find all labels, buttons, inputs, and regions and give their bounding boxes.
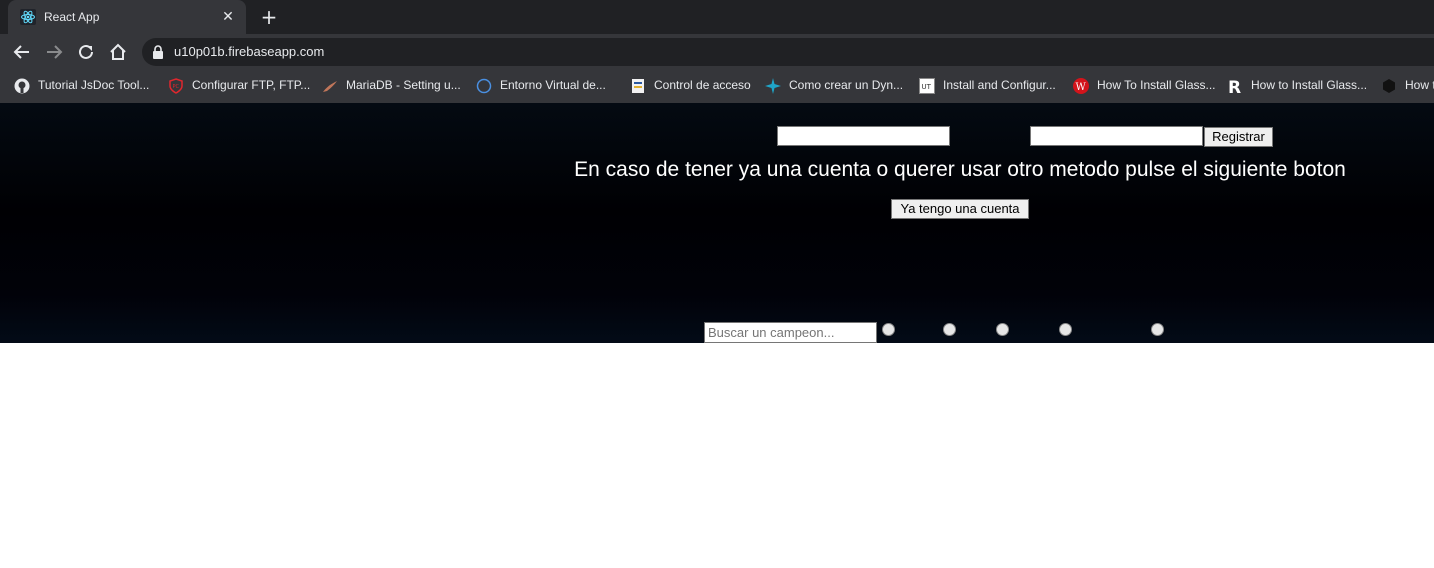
r-icon: R [1228, 78, 1241, 94]
bookmark-label: How To Install Glass... [1097, 78, 1216, 92]
back-arrow-icon[interactable] [11, 41, 33, 63]
tab-title: React App [44, 10, 100, 24]
browser-tab[interactable]: React App ✕ [8, 0, 246, 34]
w-icon: W [1073, 78, 1089, 94]
filter-radio[interactable] [882, 323, 895, 336]
react-icon [20, 9, 36, 25]
filter-radio[interactable] [1059, 323, 1072, 336]
browser-toolbar: u10p01b.firebaseapp.com [0, 34, 1434, 70]
search-champion-input[interactable] [704, 322, 877, 343]
bookmark-label: How t [1405, 78, 1434, 92]
seal-icon [323, 81, 337, 92]
github-icon [14, 78, 30, 94]
register-field-1[interactable] [777, 126, 950, 146]
bookmark-label: Como crear un Dyn... [789, 78, 904, 92]
bookmark-label: Control de acceso [654, 78, 751, 92]
bookmark-label: Configurar FTP, FTP... [192, 78, 311, 92]
svg-text:W: W [1076, 82, 1087, 93]
tab-strip: React App ✕ + [0, 0, 1434, 34]
filter-radio[interactable] [1151, 323, 1164, 336]
svg-text:PC: PC [173, 84, 180, 90]
page-headline: En caso de tener ya una cuenta o querer … [574, 158, 1346, 181]
register-button[interactable]: Registrar [1204, 127, 1273, 147]
bookmark-label: How to Install Glass... [1251, 78, 1368, 92]
register-field-2[interactable] [1030, 126, 1203, 146]
filter-radio[interactable] [943, 323, 956, 336]
address-bar[interactable]: u10p01b.firebaseapp.com [142, 38, 1434, 66]
url-text: u10p01b.firebaseapp.com [174, 44, 325, 59]
reload-icon[interactable] [75, 41, 97, 63]
ut-icon: UT [919, 78, 935, 94]
have-account-button[interactable]: Ya tengo una cuenta [891, 199, 1029, 219]
lock-icon [153, 45, 163, 59]
close-icon[interactable]: ✕ [220, 8, 236, 24]
document-icon [632, 79, 644, 93]
bookmark-label: Entorno Virtual de... [500, 78, 606, 92]
shield-icon: PC [169, 78, 183, 94]
hex-icon [1383, 79, 1395, 93]
circle-icon [476, 78, 492, 94]
new-tab-button[interactable]: + [258, 7, 280, 27]
bookmark-label: Tutorial JsDoc Tool... [38, 78, 150, 92]
svg-text:R: R [1228, 78, 1241, 94]
bookmarks-bar: Tutorial JsDoc Tool... PC Configurar FTP… [0, 70, 1434, 103]
forward-arrow-icon[interactable] [43, 41, 65, 63]
bookmark-label: MariaDB - Setting u... [346, 78, 461, 92]
home-icon[interactable] [107, 41, 129, 63]
star-icon [765, 78, 781, 94]
filter-radio[interactable] [996, 323, 1009, 336]
bookmark-label: Install and Configur... [943, 78, 1056, 92]
svg-text:UT: UT [922, 83, 932, 91]
